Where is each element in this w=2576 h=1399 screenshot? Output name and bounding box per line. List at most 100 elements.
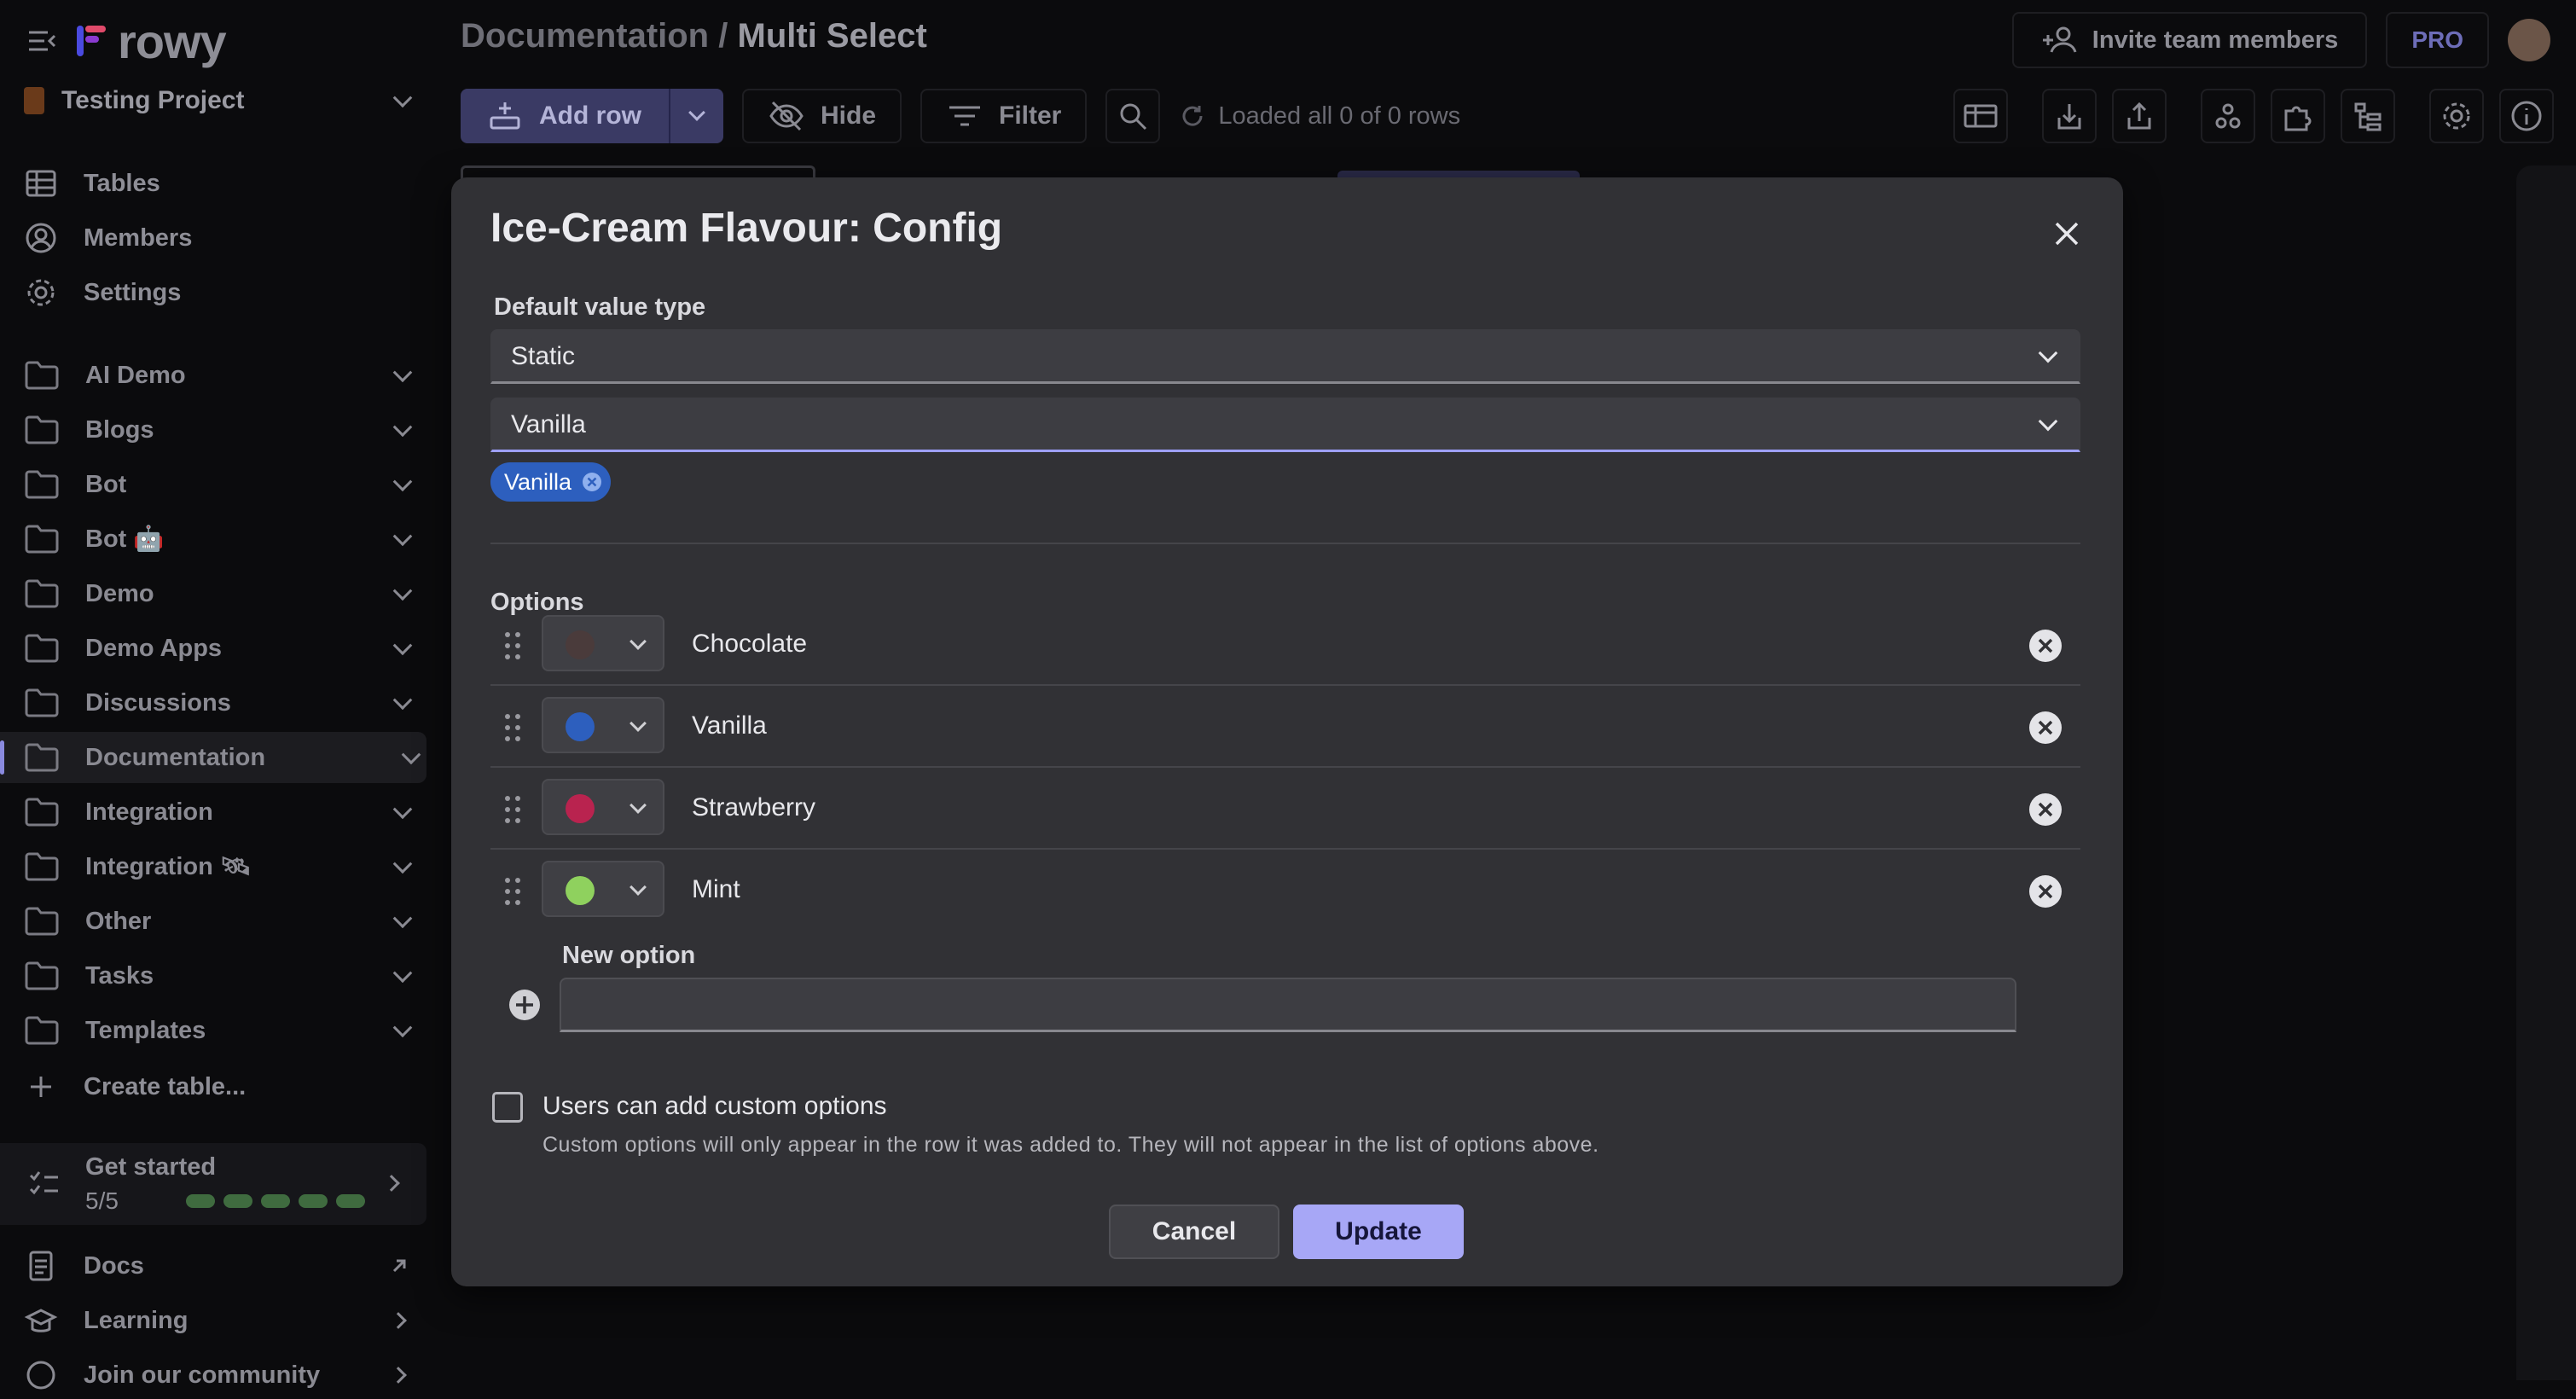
sidebar-item-tables[interactable]: Tables	[24, 160, 425, 207]
school-icon	[24, 1309, 58, 1332]
sidebar-folder[interactable]: Demo	[24, 568, 418, 619]
docs-link[interactable]: Docs	[24, 1242, 418, 1290]
sidebar-folder[interactable]: AI Demo	[24, 350, 418, 401]
chip-remove-icon[interactable]	[580, 470, 604, 494]
sidebar-item-settings[interactable]: Settings	[24, 269, 425, 316]
chevron-down-icon	[629, 633, 647, 650]
default-value-type-select[interactable]: Static	[490, 329, 2080, 384]
drag-handle-icon[interactable]	[502, 711, 523, 744]
get-started-card[interactable]: Get started 5/5	[0, 1143, 426, 1225]
tree-icon	[2354, 102, 2382, 131]
project-name: Testing Project	[61, 86, 245, 114]
add-row-button[interactable]: Add row	[461, 89, 669, 143]
sidebar-folder[interactable]: Tasks	[24, 950, 418, 1001]
column-view-button[interactable]	[1953, 89, 2008, 143]
sidebar-folder-label: Integration	[85, 798, 213, 826]
plus-icon	[31, 1077, 51, 1097]
sidebar-item-members[interactable]: Members	[24, 214, 425, 262]
option-color-picker[interactable]	[542, 697, 664, 753]
folder-icon	[25, 579, 59, 608]
column-config-dialog: Ice-Cream Flavour: Config Default value …	[451, 177, 2123, 1286]
page-title: Multi Select	[737, 17, 927, 55]
export-button[interactable]	[2112, 89, 2167, 143]
chevron-down-icon	[392, 581, 413, 601]
sidebar-folder[interactable]: Templates	[24, 1005, 418, 1056]
update-button[interactable]: Update	[1293, 1205, 1464, 1259]
folder-icon	[25, 415, 59, 444]
sidebar-folder[interactable]: Integration	[24, 787, 418, 838]
project-switcher[interactable]: Testing Project	[24, 78, 418, 123]
cancel-button[interactable]: Cancel	[1109, 1205, 1279, 1259]
custom-options-checkbox[interactable]	[492, 1092, 523, 1123]
menu-collapse-icon[interactable]	[26, 24, 60, 58]
sidebar-folder[interactable]: Documentation	[0, 732, 426, 783]
hide-columns-button[interactable]: Hide	[742, 89, 902, 143]
custom-options-label[interactable]: Users can add custom options	[542, 1092, 887, 1121]
option-color-picker[interactable]	[542, 615, 664, 671]
filter-button[interactable]: Filter	[920, 89, 1088, 143]
sidebar-folder[interactable]: Other	[24, 896, 418, 947]
avatar[interactable]	[2508, 19, 2550, 61]
sync-icon	[1182, 106, 1203, 126]
default-value-value: Vanilla	[511, 409, 586, 438]
search-icon	[1120, 103, 1147, 131]
drag-handle-icon[interactable]	[502, 793, 523, 826]
cloud-logs-button[interactable]	[2341, 89, 2395, 143]
breadcrumb-parent[interactable]: Documentation	[461, 17, 709, 55]
rowy-logo[interactable]: rowy	[75, 14, 227, 69]
add-option-icon[interactable]	[508, 988, 542, 1022]
add-row-icon	[490, 102, 520, 130]
sidebar-folder[interactable]: Bot	[24, 459, 418, 510]
user-circle-icon	[26, 223, 56, 253]
webhooks-button[interactable]	[2201, 89, 2255, 143]
search-button[interactable]	[1105, 89, 1161, 143]
invite-team-button[interactable]: Invite team members	[2011, 12, 2368, 68]
cancel-label: Cancel	[1152, 1217, 1237, 1245]
drag-handle-icon[interactable]	[502, 875, 523, 908]
chevron-right-icon	[390, 1312, 407, 1329]
sidebar-folder-label: Demo	[85, 579, 154, 607]
sidebar-folder[interactable]: Integration 🛰	[24, 841, 418, 892]
remove-option-icon[interactable]	[2028, 710, 2063, 746]
breadcrumb: Documentation / Multi Select	[461, 17, 927, 55]
close-icon[interactable]	[2050, 217, 2084, 251]
chevron-down-icon	[392, 472, 413, 492]
import-icon	[2057, 104, 2081, 130]
progress-segment	[299, 1194, 328, 1208]
new-option-input[interactable]	[560, 978, 2016, 1032]
add-row-menu-button[interactable]	[669, 89, 723, 143]
default-value-select[interactable]: Vanilla	[490, 398, 2080, 452]
add-row-label: Add row	[539, 102, 641, 130]
extensions-button[interactable]	[2271, 89, 2325, 143]
progress-segment	[336, 1194, 365, 1208]
sidebar-folder[interactable]: Bot 🤖	[24, 514, 418, 565]
new-option-label: New option	[562, 942, 696, 969]
remove-option-icon[interactable]	[2028, 628, 2063, 664]
option-label[interactable]: Vanilla	[692, 711, 767, 740]
folder-icon	[25, 525, 59, 554]
table-settings-button[interactable]	[2429, 89, 2484, 143]
remove-option-icon[interactable]	[2028, 792, 2063, 827]
option-label[interactable]: Strawberry	[692, 793, 815, 822]
create-table-button[interactable]: Create table...	[24, 1063, 425, 1111]
puzzle-icon	[2284, 106, 2312, 131]
table-icon	[26, 170, 56, 197]
drag-handle-icon[interactable]	[502, 630, 523, 662]
option-label[interactable]: Mint	[692, 875, 740, 904]
option-color-picker[interactable]	[542, 861, 664, 917]
option-label[interactable]: Chocolate	[692, 630, 807, 659]
create-table-label: Create table...	[84, 1072, 247, 1100]
chevron-down-icon	[392, 526, 413, 547]
option-color-picker[interactable]	[542, 779, 664, 835]
toolbar-right	[1953, 89, 2554, 143]
import-button[interactable]	[2042, 89, 2097, 143]
sidebar-folder[interactable]: Blogs	[24, 404, 418, 456]
sidebar-folder[interactable]: Demo Apps	[24, 623, 418, 674]
table-info-button[interactable]	[2499, 89, 2554, 143]
learning-link[interactable]: Learning	[24, 1297, 418, 1344]
pro-badge[interactable]: PRO	[2386, 12, 2489, 68]
remove-option-icon[interactable]	[2028, 874, 2063, 909]
sidebar-folder[interactable]: Discussions	[24, 677, 418, 729]
community-link[interactable]: Join our community	[24, 1351, 418, 1399]
breadcrumb-separator: /	[718, 17, 728, 55]
